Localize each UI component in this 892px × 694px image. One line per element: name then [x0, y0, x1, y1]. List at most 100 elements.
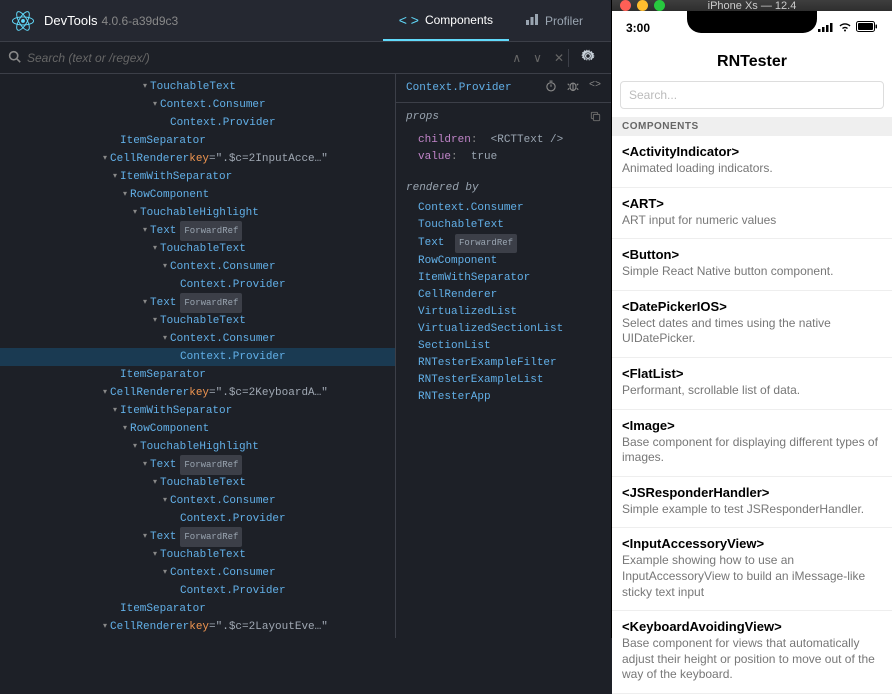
- search-input[interactable]: [27, 51, 512, 65]
- search-nav: ∧ ∨ ✕: [512, 51, 564, 65]
- tree-row[interactable]: ▾TouchableText: [0, 474, 395, 492]
- rendered-by-item[interactable]: RNTesterExampleList: [406, 372, 601, 389]
- list-item[interactable]: <ActivityIndicator>Animated loading indi…: [612, 136, 892, 188]
- tree-row[interactable]: Context.Provider: [0, 348, 395, 366]
- rendered-by-item[interactable]: CellRenderer: [406, 287, 601, 304]
- rendered-by-item[interactable]: RNTesterExampleFilter: [406, 355, 601, 372]
- caret-icon: ▾: [130, 438, 140, 456]
- tree-row[interactable]: Context.Provider: [0, 276, 395, 294]
- tree-row[interactable]: ▾Context.Consumer: [0, 564, 395, 582]
- component-name: CellRenderer: [110, 150, 189, 168]
- list-item-desc: Base component for views that automatica…: [622, 636, 882, 683]
- tree-row[interactable]: ▾ItemWithSeparator: [0, 168, 395, 186]
- component-tree[interactable]: ▾TouchableText▾Context.ConsumerContext.P…: [0, 74, 395, 638]
- rendered-by-item[interactable]: Context.Consumer: [406, 200, 601, 217]
- search-next-icon[interactable]: ∨: [533, 51, 542, 65]
- caret-icon: ▾: [150, 96, 160, 114]
- tree-row[interactable]: ▾TouchableText: [0, 78, 395, 96]
- tree-row[interactable]: ▾Context.Consumer: [0, 258, 395, 276]
- tree-row[interactable]: ▾Context.Consumer: [0, 492, 395, 510]
- rendered-by-item[interactable]: RowComponent: [406, 253, 601, 270]
- component-list[interactable]: <ActivityIndicator>Animated loading indi…: [612, 136, 892, 694]
- gear-icon[interactable]: [581, 49, 595, 66]
- tree-row[interactable]: ▾ItemWithSeparator: [0, 402, 395, 420]
- tree-row[interactable]: ItemSeparator: [0, 366, 395, 384]
- tree-row[interactable]: ItemSeparator: [0, 600, 395, 618]
- list-item-title: <JSResponderHandler>: [622, 485, 882, 500]
- tree-row[interactable]: ▾TouchableText: [0, 546, 395, 564]
- tree-row[interactable]: ▾CellRenderer key=".$c=2InputAcce…": [0, 150, 395, 168]
- tree-row[interactable]: ▾Context.Consumer: [0, 330, 395, 348]
- simulator-titlebar: iPhone Xs — 12.4: [612, 0, 892, 11]
- rendered-by-item[interactable]: SectionList: [406, 338, 601, 355]
- list-item-title: <ActivityIndicator>: [622, 144, 882, 159]
- component-name: Text: [150, 294, 176, 312]
- minimize-icon[interactable]: [637, 0, 648, 11]
- close-icon[interactable]: [620, 0, 631, 11]
- detail-panel: Context.Provider <> props: [395, 74, 611, 638]
- signal-icon: [818, 22, 834, 35]
- code-icon[interactable]: <>: [589, 80, 601, 96]
- list-item[interactable]: <Image>Base component for displaying dif…: [612, 410, 892, 477]
- tree-row[interactable]: ▾Context.Consumer: [0, 96, 395, 114]
- maximize-icon[interactable]: [654, 0, 665, 11]
- tree-row[interactable]: Context.Provider: [0, 510, 395, 528]
- tab-profiler[interactable]: Profiler: [509, 0, 599, 41]
- component-name: TouchableText: [160, 546, 246, 564]
- rendered-by-section: rendered by Context.ConsumerTouchableTex…: [396, 174, 611, 414]
- list-item[interactable]: <FlatList>Performant, scrollable list of…: [612, 358, 892, 410]
- devtools-tabs: < > Components Profiler: [383, 0, 599, 41]
- status-bar: 3:00: [612, 11, 892, 45]
- tree-row[interactable]: ▾TextForwardRef: [0, 528, 395, 546]
- tree-row[interactable]: ItemSeparator: [0, 132, 395, 150]
- tree-row[interactable]: ▾TouchableHighlight: [0, 438, 395, 456]
- rendered-by-label: rendered by: [406, 182, 479, 194]
- search-clear-icon[interactable]: ✕: [554, 51, 564, 65]
- app-search-input[interactable]: [620, 81, 884, 109]
- tree-row[interactable]: ▾CellRenderer key=".$c=2LayoutEve…": [0, 618, 395, 636]
- caret-icon: ▾: [120, 186, 130, 204]
- component-name: RowComponent: [130, 186, 209, 204]
- list-item[interactable]: <KeyboardAvoidingView>Base component for…: [612, 611, 892, 694]
- bug-icon[interactable]: [567, 80, 579, 96]
- component-name: Context.Provider: [180, 276, 286, 294]
- tree-row[interactable]: ▾TextForwardRef: [0, 222, 395, 240]
- copy-icon[interactable]: [590, 111, 601, 126]
- caret-icon: ▾: [140, 456, 150, 474]
- tree-row[interactable]: Context.Provider: [0, 582, 395, 600]
- rendered-by-item[interactable]: Text ForwardRef: [406, 234, 601, 253]
- tree-row[interactable]: ▾RowComponent: [0, 420, 395, 438]
- list-item[interactable]: <InputAccessoryView>Example showing how …: [612, 528, 892, 611]
- stopwatch-icon[interactable]: [545, 80, 557, 96]
- rendered-by-item[interactable]: RNTesterApp: [406, 389, 601, 406]
- list-item[interactable]: <Button>Simple React Native button compo…: [612, 239, 892, 291]
- tree-row[interactable]: ▾TouchableHighlight: [0, 204, 395, 222]
- tree-row[interactable]: ▾TouchableText: [0, 240, 395, 258]
- list-item[interactable]: <JSResponderHandler> Simple example to te…: [612, 477, 892, 529]
- search-prev-icon[interactable]: ∧: [512, 51, 521, 65]
- rendered-by-item[interactable]: VirtualizedSectionList: [406, 321, 601, 338]
- devtools-panel: DevTools 4.0.6-a39d9c3 < > Components Pr…: [0, 0, 611, 638]
- list-item[interactable]: <DatePickerIOS>Select dates and times us…: [612, 291, 892, 358]
- prop-row: value: true: [406, 149, 601, 166]
- tree-row[interactable]: ▾CellRenderer key=".$c=2KeyboardA…": [0, 384, 395, 402]
- component-name: Context.Consumer: [170, 330, 276, 348]
- component-name: Text: [150, 456, 176, 474]
- caret-icon: ▾: [160, 258, 170, 276]
- props-section: props children: <RCTText />value: true: [396, 103, 611, 174]
- list-item[interactable]: <ART>ART input for numeric values: [612, 188, 892, 240]
- tab-components[interactable]: < > Components: [383, 0, 509, 41]
- tree-row[interactable]: Context.Provider: [0, 114, 395, 132]
- rendered-by-item[interactable]: TouchableText: [406, 217, 601, 234]
- tree-row[interactable]: ▾TouchableText: [0, 312, 395, 330]
- tree-row[interactable]: ▾RowComponent: [0, 186, 395, 204]
- tree-row[interactable]: ▾TextForwardRef: [0, 456, 395, 474]
- rendered-by-item[interactable]: VirtualizedList: [406, 304, 601, 321]
- tree-row[interactable]: ▾TextForwardRef: [0, 294, 395, 312]
- rendered-by-item[interactable]: ItemWithSeparator: [406, 270, 601, 287]
- list-item-desc: Simple example to test JSResponderHandle…: [622, 502, 882, 518]
- props-label: props: [406, 111, 439, 126]
- list-item-desc: ART input for numeric values: [622, 213, 882, 229]
- caret-icon: ▾: [160, 564, 170, 582]
- caret-icon: ▾: [150, 312, 160, 330]
